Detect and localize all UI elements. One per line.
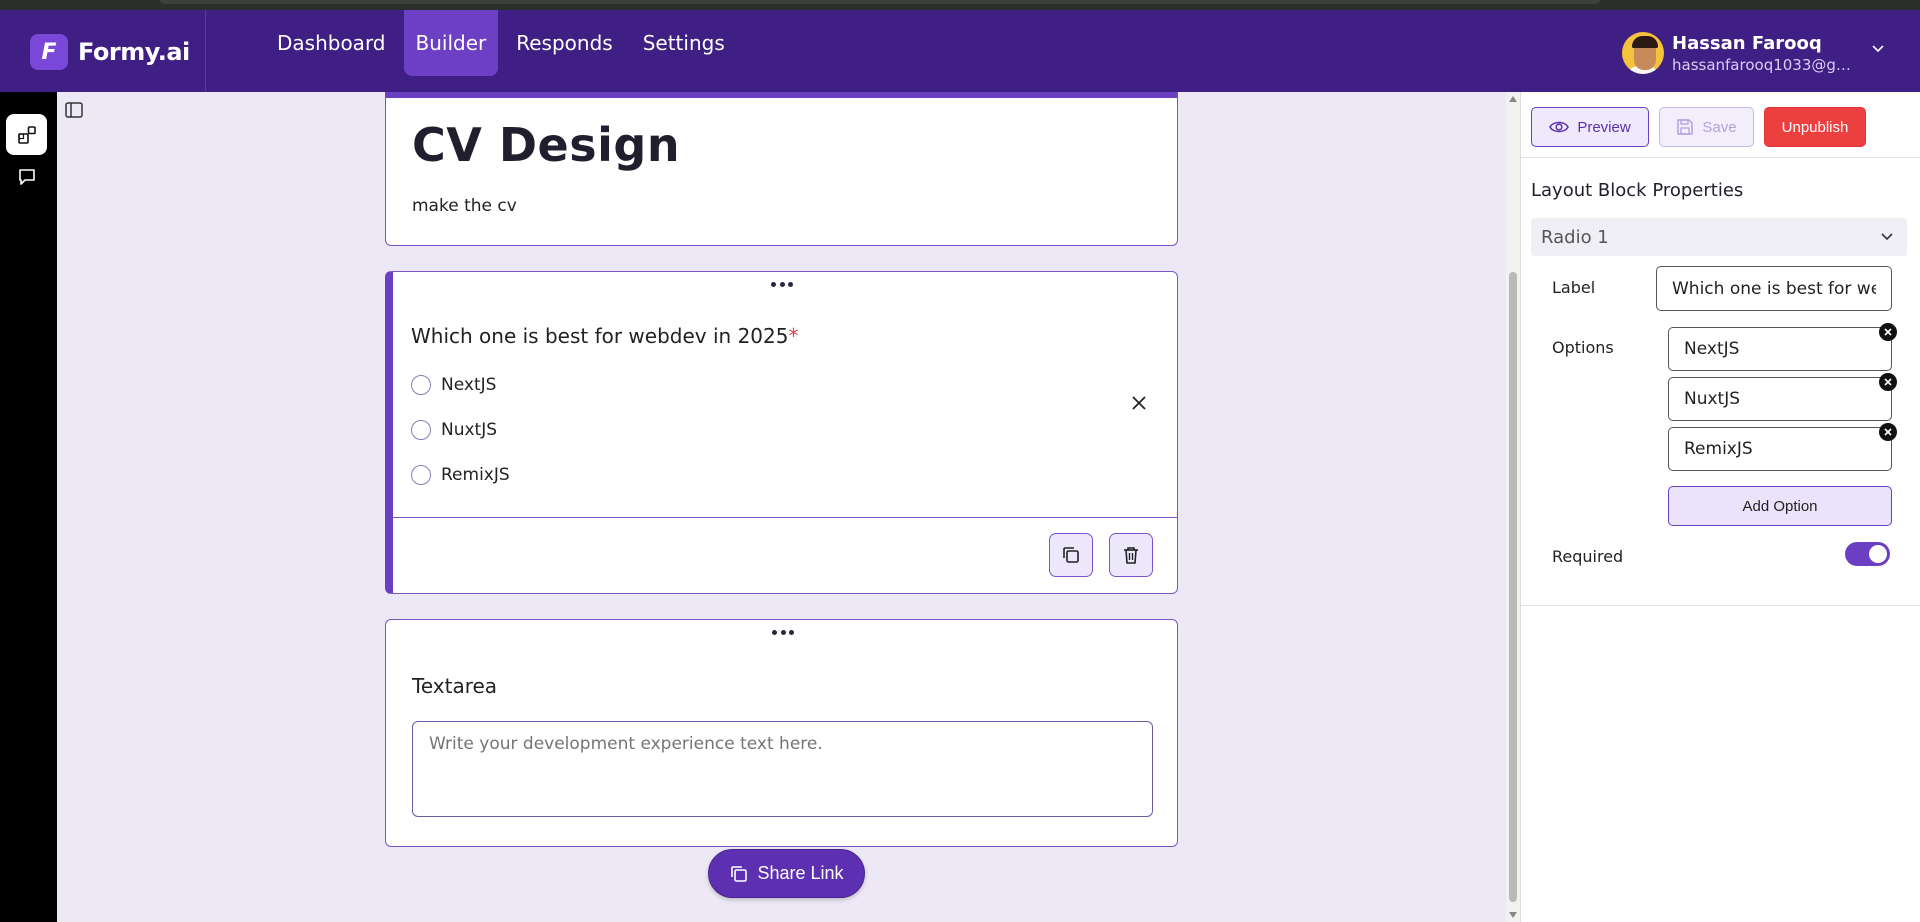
option-field[interactable]: NuxtJS [1668,373,1897,421]
share-link-label: Share Link [757,863,844,883]
user-info: Hassan Farooq hassanfarooq1033@gmai... [1672,33,1862,74]
browser-chrome-strip [0,0,1920,10]
sidebar-toggle-icon[interactable] [64,100,84,120]
add-option-button[interactable]: Add Option [1668,486,1892,526]
remove-option-button[interactable] [1879,423,1897,441]
blocks-icon [17,125,36,144]
radio-block-card[interactable]: Which one is best for webdev in 2025* Ne… [385,271,1178,594]
copy-icon [1063,547,1079,563]
canvas-scrollbar[interactable] [1506,92,1520,922]
radio-question-text: Which one is best for webdev in 2025 [411,324,789,348]
brand-logo-badge: F [30,34,68,70]
option-field-value: RemixJS [1684,439,1753,459]
selected-block-label: Radio 1 [1541,226,1609,248]
scroll-up-arrow[interactable] [1509,96,1517,102]
user-menu[interactable]: Hassan Farooq hassanfarooq1033@gmai... [1622,32,1862,74]
radio-option-label: RemixJS [441,465,510,485]
radio-option[interactable]: NextJS [411,375,496,395]
close-icon [1884,378,1892,386]
user-email: hassanfarooq1033@gmai... [1672,55,1862,74]
delete-block-button[interactable] [1109,533,1153,577]
copy-icon [731,865,748,882]
toggle-knob [1869,545,1887,563]
floppy-icon [1677,119,1694,135]
panel-divider [1521,605,1920,606]
radio-circle[interactable] [411,375,431,395]
preview-button[interactable]: Preview [1531,107,1649,147]
form-title-card[interactable]: CV Design make the cv [385,92,1178,246]
textarea-block-card[interactable]: Textarea [385,619,1178,847]
scroll-thumb[interactable] [1509,272,1517,902]
save-button[interactable]: Save [1659,107,1754,147]
radio-circle[interactable] [411,465,431,485]
duplicate-block-button[interactable] [1049,533,1093,577]
chevron-down-icon [1881,233,1893,241]
label-field-label: Label [1552,278,1596,297]
block-select-dropdown[interactable]: Radio 1 [1531,218,1907,256]
preview-label: Preview [1577,118,1631,136]
drag-handle-icon[interactable] [772,630,794,640]
required-label: Required [1552,547,1624,566]
form-title: CV Design [412,118,681,172]
remove-option-button[interactable] [1879,373,1897,391]
brand-logo[interactable]: F Formy.ai [30,34,190,70]
card-divider [393,517,1178,518]
rail-blocks-button[interactable] [6,114,47,155]
nav-responds[interactable]: Responds [504,10,624,76]
required-toggle[interactable] [1845,542,1890,566]
close-icon [1884,428,1892,436]
main-nav: Dashboard Builder Responds Settings [265,10,743,76]
close-icon[interactable] [1130,394,1148,412]
panel-toolbar: Preview Save Unpublish [1521,92,1920,158]
drag-handle-icon[interactable] [771,282,793,292]
left-rail [0,92,57,922]
option-field-value: NuxtJS [1684,389,1741,409]
nav-dashboard[interactable]: Dashboard [265,10,398,76]
close-icon [1884,328,1892,336]
trash-icon [1124,547,1138,564]
radio-question: Which one is best for webdev in 2025* [411,324,798,348]
scroll-down-arrow[interactable] [1509,912,1517,918]
radio-option[interactable]: NuxtJS [411,420,497,440]
top-navbar: F Formy.ai Dashboard Builder Responds Se… [0,10,1920,92]
browser-tab-strip [160,0,1600,4]
avatar [1622,32,1664,74]
chevron-down-icon[interactable] [1870,40,1886,56]
share-link-button[interactable]: Share Link [708,849,865,898]
unpublish-button[interactable]: Unpublish [1764,107,1866,147]
remove-option-button[interactable] [1879,323,1897,341]
textarea-input[interactable] [412,721,1153,817]
eye-icon [1549,121,1570,133]
form-description: make the cv [412,196,517,216]
required-asterisk: * [788,324,799,348]
options-field-label: Options [1552,338,1614,357]
chat-icon [18,168,35,185]
rail-chat-button[interactable] [6,156,47,197]
nav-builder[interactable]: Builder [403,10,499,76]
panel-heading: Layout Block Properties [1531,180,1744,201]
radio-option-label: NuxtJS [441,420,498,440]
radio-option-label: NextJS [441,375,497,395]
label-field[interactable] [1656,266,1892,311]
textarea-label: Textarea [412,674,498,698]
option-field-value: NextJS [1684,339,1740,359]
navbar-divider [205,10,206,92]
properties-panel: Preview Save Unpublish Layout Block Prop… [1520,92,1920,922]
option-field[interactable]: RemixJS [1668,423,1897,471]
user-name: Hassan Farooq [1672,32,1822,54]
brand-name: Formy.ai [78,38,190,66]
nav-settings[interactable]: Settings [631,10,737,76]
option-field[interactable]: NextJS [1668,323,1897,371]
save-label: Save [1702,118,1737,136]
radio-option[interactable]: RemixJS [411,465,510,485]
radio-circle[interactable] [411,420,431,440]
